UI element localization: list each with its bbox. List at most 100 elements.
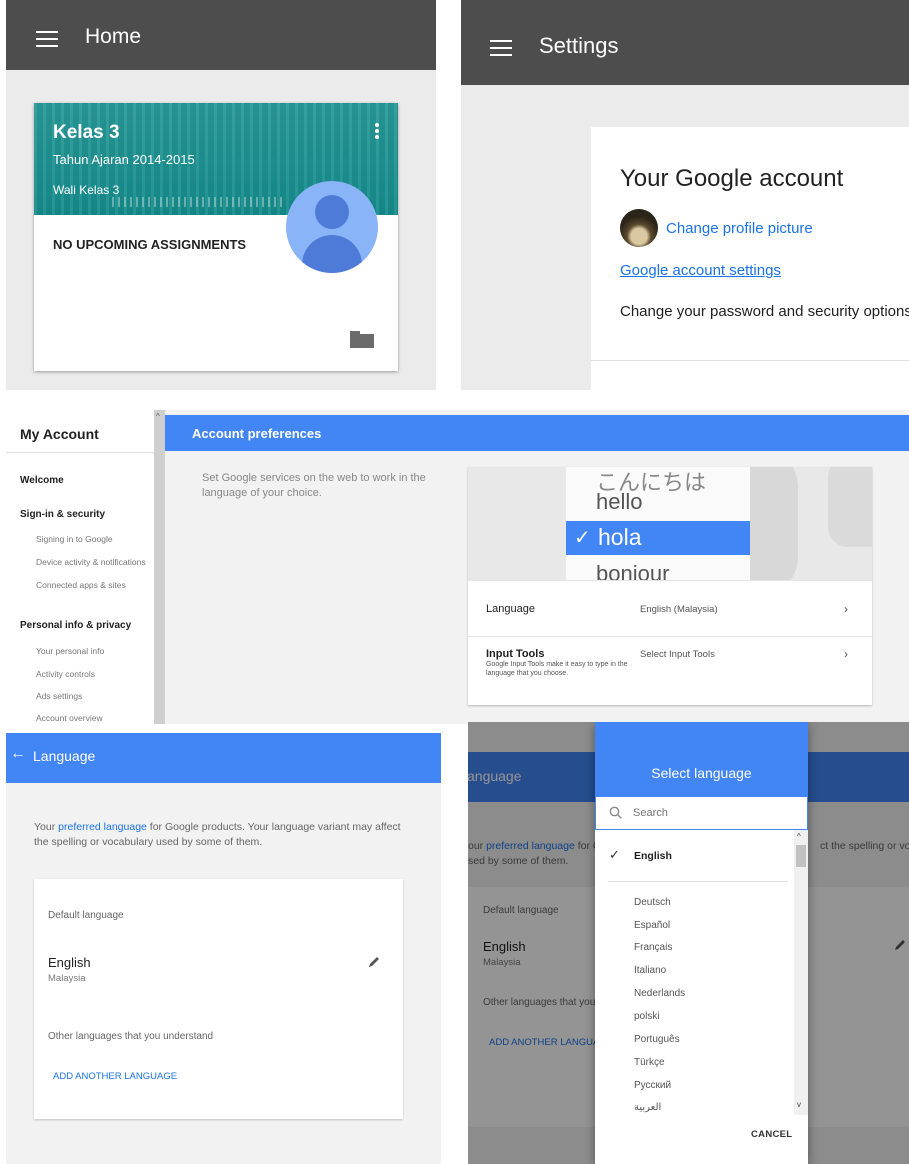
default-language-region: Malaysia — [48, 973, 86, 984]
language-card: Default language English Malaysia Other … — [34, 879, 403, 1119]
section-heading: Your Google account — [620, 165, 844, 192]
google-account-card: Your Google account Change profile pictu… — [591, 127, 909, 390]
scrollbar-thumb[interactable] — [796, 845, 806, 867]
search-input[interactable] — [633, 803, 793, 823]
sidebar-item-account-overview[interactable]: Account overview — [36, 713, 103, 723]
scroll-up-icon[interactable]: ^ — [156, 413, 160, 421]
list-item[interactable]: Português — [634, 1034, 680, 1045]
home-panel: Home Kelas 3 Tahun Ajaran 2014-2015 Wali… — [6, 0, 436, 390]
header-bar: ← Language — [6, 733, 441, 783]
input-tools-hint: Google Input Tools make it easy to type … — [486, 661, 628, 677]
search-box[interactable] — [595, 796, 808, 830]
avatar — [286, 181, 378, 273]
change-profile-picture-link[interactable]: Change profile picture — [666, 220, 813, 237]
list-item[interactable]: Türkçe — [634, 1057, 665, 1068]
class-name[interactable]: Kelas 3 — [53, 122, 120, 144]
list-item[interactable]: Italiano — [634, 965, 666, 976]
scroll-down-icon[interactable]: v — [797, 1100, 801, 1109]
settings-app-bar: Settings — [461, 0, 909, 85]
language-panel: ← Language Your preferred language for G… — [6, 733, 441, 1164]
sidebar-item-ads-settings[interactable]: Ads settings — [36, 691, 82, 701]
other-languages-label: Other languages that you understand — [48, 1031, 214, 1042]
check-icon: ✓ — [574, 527, 591, 549]
search-icon — [609, 806, 622, 819]
language-list: ✓ English Deutsch Español Français Itali… — [595, 830, 794, 1115]
page-title: Home — [85, 25, 142, 48]
settings-panel: Settings Your Google account Change prof… — [461, 0, 909, 390]
sidebar-item-personal-info[interactable]: Your personal info — [36, 646, 104, 656]
check-icon: ✓ — [609, 847, 620, 862]
default-language-label: Default language — [48, 910, 124, 921]
chevron-right-icon: › — [844, 602, 848, 616]
my-account-panel: My Account Welcome Sign-in & security Si… — [6, 410, 909, 724]
illustration-word: hello — [596, 489, 643, 514]
illustration-shape — [828, 467, 872, 547]
sidebar-item-activity-controls[interactable]: Activity controls — [36, 669, 95, 679]
class-card[interactable]: Kelas 3 Tahun Ajaran 2014-2015 Wali Kela… — [34, 103, 398, 371]
default-language-value: English — [48, 955, 91, 970]
input-tools-value: Select Input Tools — [640, 649, 715, 660]
select-language-panel: anguage our preferred language for G ct … — [468, 722, 909, 1164]
input-tools-row[interactable]: Input Tools Google Input Tools make it e… — [468, 636, 872, 705]
preferred-language-link[interactable]: preferred language — [58, 821, 147, 833]
intro-text: Your — [34, 821, 59, 833]
add-language-button[interactable]: ADD ANOTHER LANGUAGE — [53, 1071, 177, 1082]
home-app-bar: Home — [6, 0, 436, 70]
language-row[interactable]: Language English (Malaysia) › — [468, 580, 872, 636]
main-content: Account preferences Set Google services … — [165, 410, 909, 724]
preferences-description: Set Google services on the web to work i… — [202, 472, 426, 499]
pencil-icon[interactable] — [368, 956, 380, 968]
list-item[interactable]: Nederlands — [634, 988, 685, 999]
more-vert-icon[interactable] — [374, 123, 380, 141]
language-value: English (Malaysia) — [640, 604, 718, 615]
sidebar-item-personal-info-privacy[interactable]: Personal info & privacy — [20, 620, 131, 631]
selected-language: English — [634, 850, 672, 862]
sidebar-item-connected-apps[interactable]: Connected apps & sites — [36, 580, 126, 590]
dialog-title: Select language — [651, 765, 752, 781]
list-item[interactable]: Deutsch — [634, 897, 671, 908]
assignments-status: NO UPCOMING ASSIGNMENTS — [53, 237, 247, 252]
profile-picture[interactable] — [620, 209, 658, 247]
chevron-right-icon: › — [844, 647, 848, 661]
menu-icon[interactable] — [36, 31, 58, 47]
cancel-button[interactable]: CANCEL — [751, 1129, 792, 1140]
list-item[interactable]: العربية — [634, 1102, 661, 1113]
language-preferences-card: こんにちは hello ✓ hola bonjour Language Engl… — [468, 467, 872, 705]
language-label: Language — [486, 603, 535, 615]
folder-icon[interactable] — [350, 331, 374, 348]
divider — [608, 881, 788, 882]
sidebar-title: My Account — [20, 426, 99, 442]
header-bar: Account preferences — [165, 415, 909, 451]
google-account-settings-link[interactable]: Google account settings — [620, 262, 781, 279]
list-scrollbar[interactable]: ^ v — [794, 830, 808, 1115]
class-year: Tahun Ajaran 2014-2015 — [53, 152, 195, 167]
list-item[interactable]: Русский — [634, 1080, 671, 1091]
sidebar-item-signing-in[interactable]: Signing in to Google — [36, 534, 113, 544]
sidebar-scrollbar[interactable]: ^ — [154, 410, 165, 724]
illustration-word: bonjour — [596, 561, 670, 580]
select-language-dialog: Select language ✓ English Deutsch Españo… — [595, 722, 808, 1164]
sidebar-item-welcome[interactable]: Welcome — [20, 475, 64, 486]
class-teacher: Wali Kelas 3 — [53, 183, 120, 197]
dialog-header: Select language — [595, 722, 808, 796]
language-intro: Your preferred language for Google produ… — [34, 820, 414, 850]
circuit-pattern — [112, 197, 282, 207]
list-item[interactable]: Español — [634, 920, 670, 931]
page-title: Account preferences — [192, 426, 322, 441]
list-item-selected[interactable]: ✓ English — [595, 843, 794, 869]
page-title: Language — [33, 748, 96, 764]
divider — [591, 360, 909, 361]
illustration-word: hola — [598, 524, 642, 550]
sidebar-item-device-activity[interactable]: Device activity & notifications — [36, 557, 146, 567]
divider — [6, 452, 154, 453]
illustration-selected: ✓ hola — [566, 521, 750, 555]
sidebar-item-sign-in-security[interactable]: Sign-in & security — [20, 509, 105, 520]
security-description: Change your password and security option… — [620, 303, 909, 320]
list-item[interactable]: Français — [634, 942, 672, 953]
language-illustration: こんにちは hello ✓ hola bonjour — [468, 467, 872, 580]
page-title: Settings — [539, 33, 619, 58]
back-arrow-icon[interactable]: ← — [10, 745, 26, 763]
list-item[interactable]: polski — [634, 1011, 660, 1022]
scroll-up-icon[interactable]: ^ — [797, 832, 801, 841]
menu-icon[interactable] — [490, 40, 512, 56]
